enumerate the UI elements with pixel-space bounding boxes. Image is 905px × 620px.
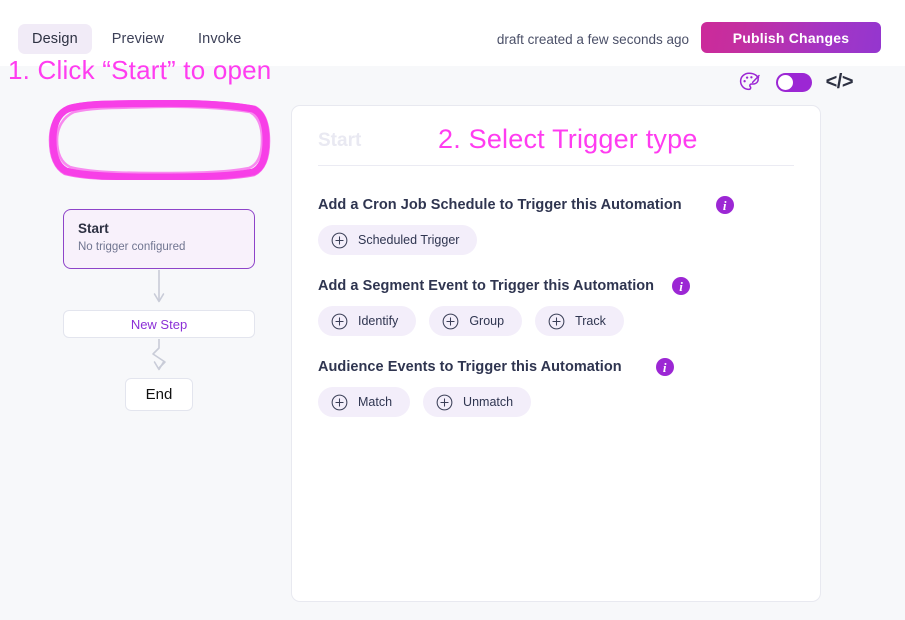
group-header: Add a Cron Job Schedule to Trigger this … [318, 196, 794, 214]
plus-circle-icon [331, 313, 348, 330]
group-header: Audience Events to Trigger this Automati… [318, 358, 794, 376]
chip-label: Identify [358, 314, 399, 328]
info-icon-cron[interactable]: i [715, 196, 734, 214]
panel-header: Start 2. Select Trigger type [292, 106, 820, 166]
chip-identify[interactable]: Identify [318, 306, 417, 336]
plus-circle-icon [331, 232, 348, 249]
tab-invoke[interactable]: Invoke [184, 24, 255, 54]
flow-connectors [152, 270, 166, 371]
panel-divider [318, 165, 794, 166]
info-icon-segment[interactable]: i [672, 277, 691, 295]
plus-circle-icon [548, 313, 565, 330]
flow-node-start[interactable]: Start No trigger configured [63, 209, 255, 269]
annotation-step-2: 2. Select Trigger type [438, 124, 698, 154]
chip-row-audience: Match Unmatch [318, 387, 794, 417]
chip-match[interactable]: Match [318, 387, 411, 417]
publish-changes-button[interactable]: Publish Changes [701, 22, 881, 53]
panel-body: Add a Cron Job Schedule to Trigger this … [292, 164, 820, 417]
trigger-group-cron: Add a Cron Job Schedule to Trigger this … [318, 196, 794, 255]
chip-track[interactable]: Track [535, 306, 624, 336]
group-title-segment: Add a Segment Event to Trigger this Auto… [318, 278, 655, 294]
flow-node-end[interactable]: End [125, 378, 193, 411]
plus-circle-icon [436, 394, 453, 411]
start-node-title: Start [78, 221, 109, 236]
info-icon-audience[interactable]: i [655, 358, 674, 376]
workflow-canvas: Start No trigger configured New Step End [0, 100, 291, 620]
group-title-audience: Audience Events to Trigger this Automati… [318, 359, 622, 375]
theme-toggle[interactable] [775, 72, 812, 92]
draft-status-text: draft created a few seconds ago [496, 32, 689, 47]
chip-unmatch[interactable]: Unmatch [423, 387, 532, 417]
canvas-toolbar: </> [738, 70, 854, 94]
tab-design[interactable]: Design [18, 24, 92, 54]
group-header: Add a Segment Event to Trigger this Auto… [318, 277, 794, 295]
chip-scheduled-trigger[interactable]: Scheduled Trigger [318, 225, 478, 255]
chip-label: Track [575, 314, 606, 328]
code-view-icon[interactable]: </> [826, 72, 854, 92]
tab-bar: Design Preview Invoke [18, 24, 255, 54]
chip-label: Unmatch [463, 395, 514, 409]
trigger-selection-panel: Start 2. Select Trigger type Add a Cron … [291, 105, 821, 602]
annotation-step-1: 1. Click “Start” to open [8, 55, 272, 85]
start-node-subtitle: No trigger configured [78, 240, 186, 253]
chip-label: Scheduled Trigger [358, 233, 460, 247]
plus-circle-icon [331, 394, 348, 411]
chip-label: Match [358, 395, 393, 409]
plus-circle-icon [442, 313, 459, 330]
tab-preview[interactable]: Preview [98, 24, 178, 54]
trigger-group-audience: Audience Events to Trigger this Automati… [318, 358, 794, 417]
trigger-group-segment: Add a Segment Event to Trigger this Auto… [318, 277, 794, 336]
flow-node-new-step[interactable]: New Step [63, 310, 255, 338]
chip-row-cron: Scheduled Trigger [318, 225, 794, 255]
chip-label: Group [469, 314, 505, 328]
toggle-knob [777, 74, 793, 90]
chip-row-segment: Identify Group Track [318, 306, 794, 336]
group-title-cron: Add a Cron Job Schedule to Trigger this … [318, 197, 682, 213]
highlight-ring-annotation [48, 100, 271, 180]
palette-icon[interactable] [738, 70, 762, 94]
chip-group[interactable]: Group [429, 306, 523, 336]
panel-breadcrumb-start: Start [318, 130, 362, 151]
